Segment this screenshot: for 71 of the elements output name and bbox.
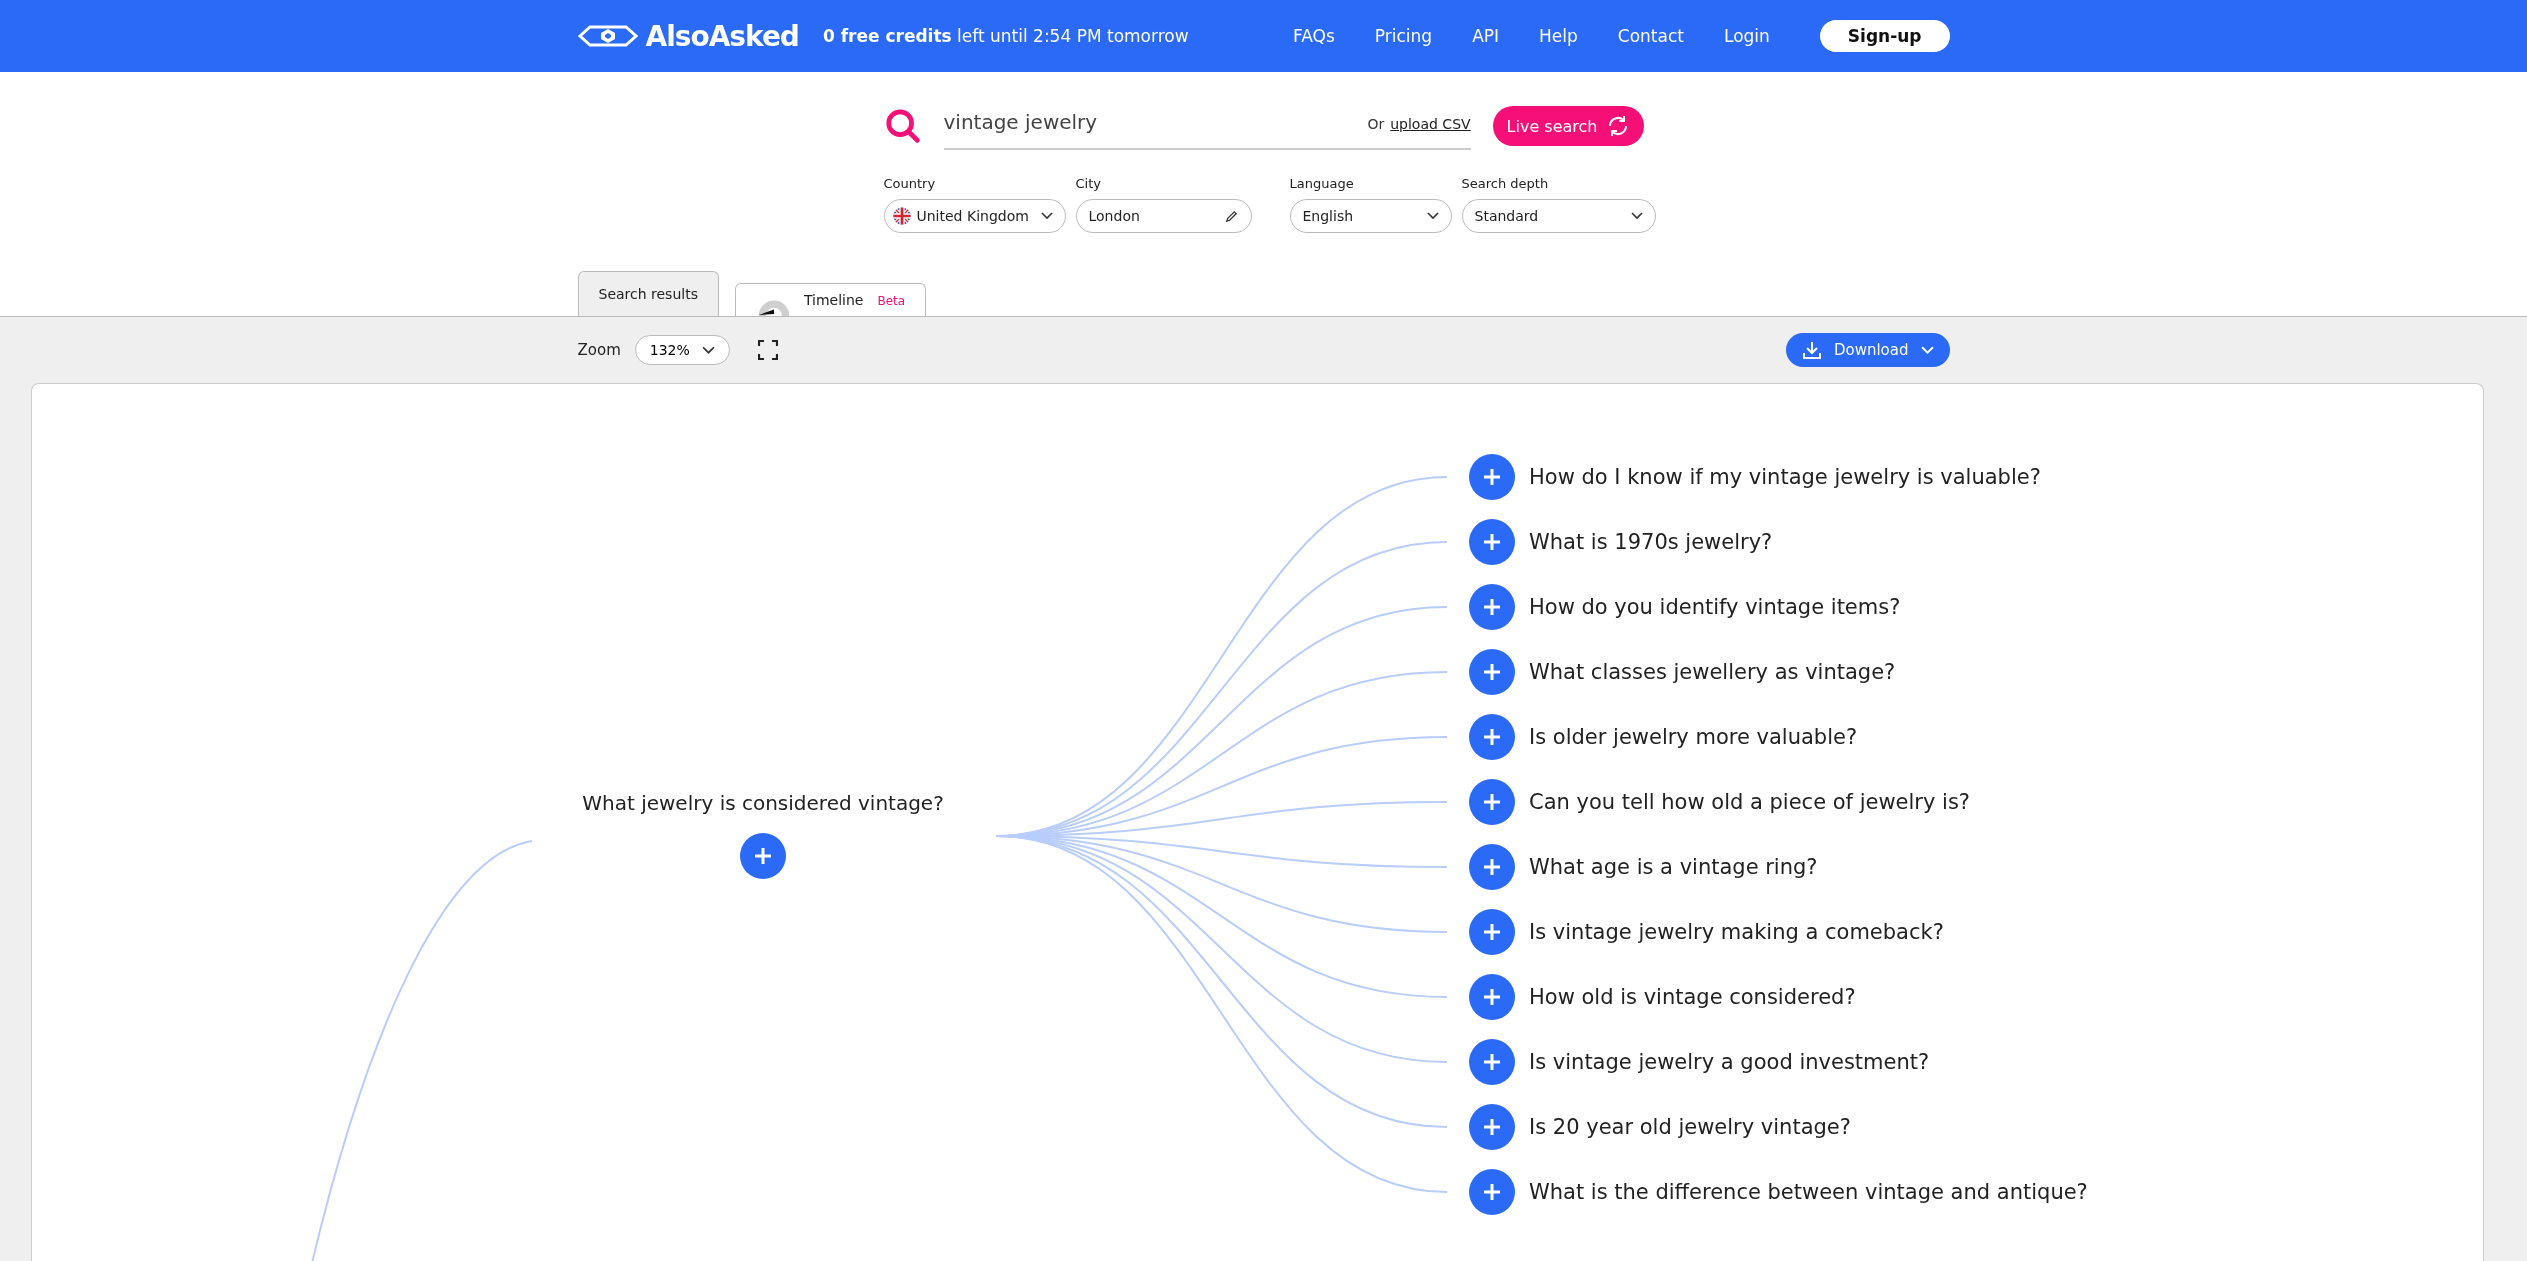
plus-icon <box>1482 597 1502 617</box>
expand-button[interactable] <box>1469 714 1515 760</box>
live-search-button[interactable]: Live search <box>1492 106 1644 146</box>
question-text: Is vintage jewelry making a comeback? <box>1529 920 1944 944</box>
download-icon <box>1801 340 1822 360</box>
filter-label: City <box>1075 176 1102 191</box>
nav-link[interactable]: Login <box>1723 26 1770 46</box>
expand-button[interactable] <box>1469 454 1515 500</box>
fullscreen-icon[interactable] <box>757 340 778 360</box>
question-text: How do you identify vintage items? <box>1529 595 1901 619</box>
zoom-dropdown[interactable]: 132% <box>634 335 730 365</box>
question-text: Is older jewelry more valuable? <box>1529 725 1858 749</box>
nav-link[interactable]: Help <box>1539 26 1578 46</box>
plus-icon <box>1482 1117 1502 1137</box>
plus-icon <box>1482 1182 1502 1202</box>
search-field[interactable]: vintage jewelry Or upload CSV <box>943 102 1471 150</box>
filter-label: Language <box>1289 176 1355 191</box>
plus-icon <box>1482 792 1502 812</box>
pencil-icon <box>1223 208 1239 224</box>
question-text: Is vintage jewelry a good investment? <box>1529 1050 1930 1074</box>
expand-button[interactable] <box>1469 1169 1515 1215</box>
logo-icon <box>577 24 638 48</box>
plus-icon <box>1482 987 1502 1007</box>
expand-button[interactable] <box>1469 909 1515 955</box>
nav-link[interactable]: FAQs <box>1293 26 1335 46</box>
question-text: What jewelry is considered vintage? <box>582 791 944 815</box>
nav-link[interactable]: Pricing <box>1374 26 1433 46</box>
expand-button[interactable] <box>1469 1039 1515 1085</box>
question-text: What classes jewellery as vintage? <box>1529 660 1896 684</box>
expand-button[interactable] <box>1469 974 1515 1020</box>
or-text: Or <box>1367 116 1385 132</box>
expand-button[interactable] <box>1469 779 1515 825</box>
question-text: Is 20 year old jewelry vintage? <box>1529 1115 1851 1139</box>
search-icon <box>883 107 922 145</box>
chevron-down-icon <box>701 345 715 355</box>
plus-icon <box>1482 727 1502 747</box>
nav-link[interactable]: API <box>1472 26 1500 46</box>
question-text: What age is a vintage ring? <box>1529 855 1818 879</box>
upload-csv-link[interactable]: upload CSV <box>1390 116 1471 132</box>
question-text: How do I know if my vintage jewelry is valuable? <box>1529 465 2041 489</box>
zoom-label: Zoom <box>577 341 621 359</box>
expand-button[interactable] <box>1469 584 1515 630</box>
chevron-down-icon <box>1630 212 1643 220</box>
question-text: What is 1970s jewelry? <box>1529 530 1773 554</box>
plus-icon <box>1482 922 1502 942</box>
flag-icon <box>892 207 911 225</box>
logo-text[interactable]: AlsoAsked <box>645 19 799 53</box>
plus-icon <box>1482 662 1502 682</box>
question-text: Can you tell how old a piece of jewelry is? <box>1529 790 1970 814</box>
question-text: What is the difference between vintage and antique? <box>1529 1180 2088 1204</box>
expand-button[interactable] <box>1469 519 1515 565</box>
chevron-down-icon <box>1920 345 1934 355</box>
chevron-down-icon <box>1040 212 1053 220</box>
filter-label: Country <box>883 176 937 191</box>
question-text: How old is vintage considered? <box>1529 985 1856 1009</box>
expand-button[interactable] <box>1469 844 1515 890</box>
plus-icon <box>1482 1052 1502 1072</box>
nav-link[interactable]: Contact <box>1617 26 1684 46</box>
signup-button[interactable]: Sign-up <box>1819 20 1950 52</box>
expand-button[interactable] <box>740 833 786 879</box>
plus-icon <box>1482 857 1502 877</box>
plus-icon <box>753 846 773 866</box>
expand-button[interactable] <box>1469 1104 1515 1150</box>
chevron-down-icon <box>1426 212 1439 220</box>
plus-icon <box>1482 467 1502 487</box>
filter-label: Search depth <box>1461 176 1550 191</box>
credits-text: 0 free credits left until 2:54 PM tomorrow <box>822 26 1189 46</box>
download-button[interactable]: Download <box>1785 333 1950 367</box>
plus-icon <box>1482 532 1502 552</box>
expand-button[interactable] <box>1469 649 1515 695</box>
tab[interactable]: Search results <box>577 271 719 316</box>
